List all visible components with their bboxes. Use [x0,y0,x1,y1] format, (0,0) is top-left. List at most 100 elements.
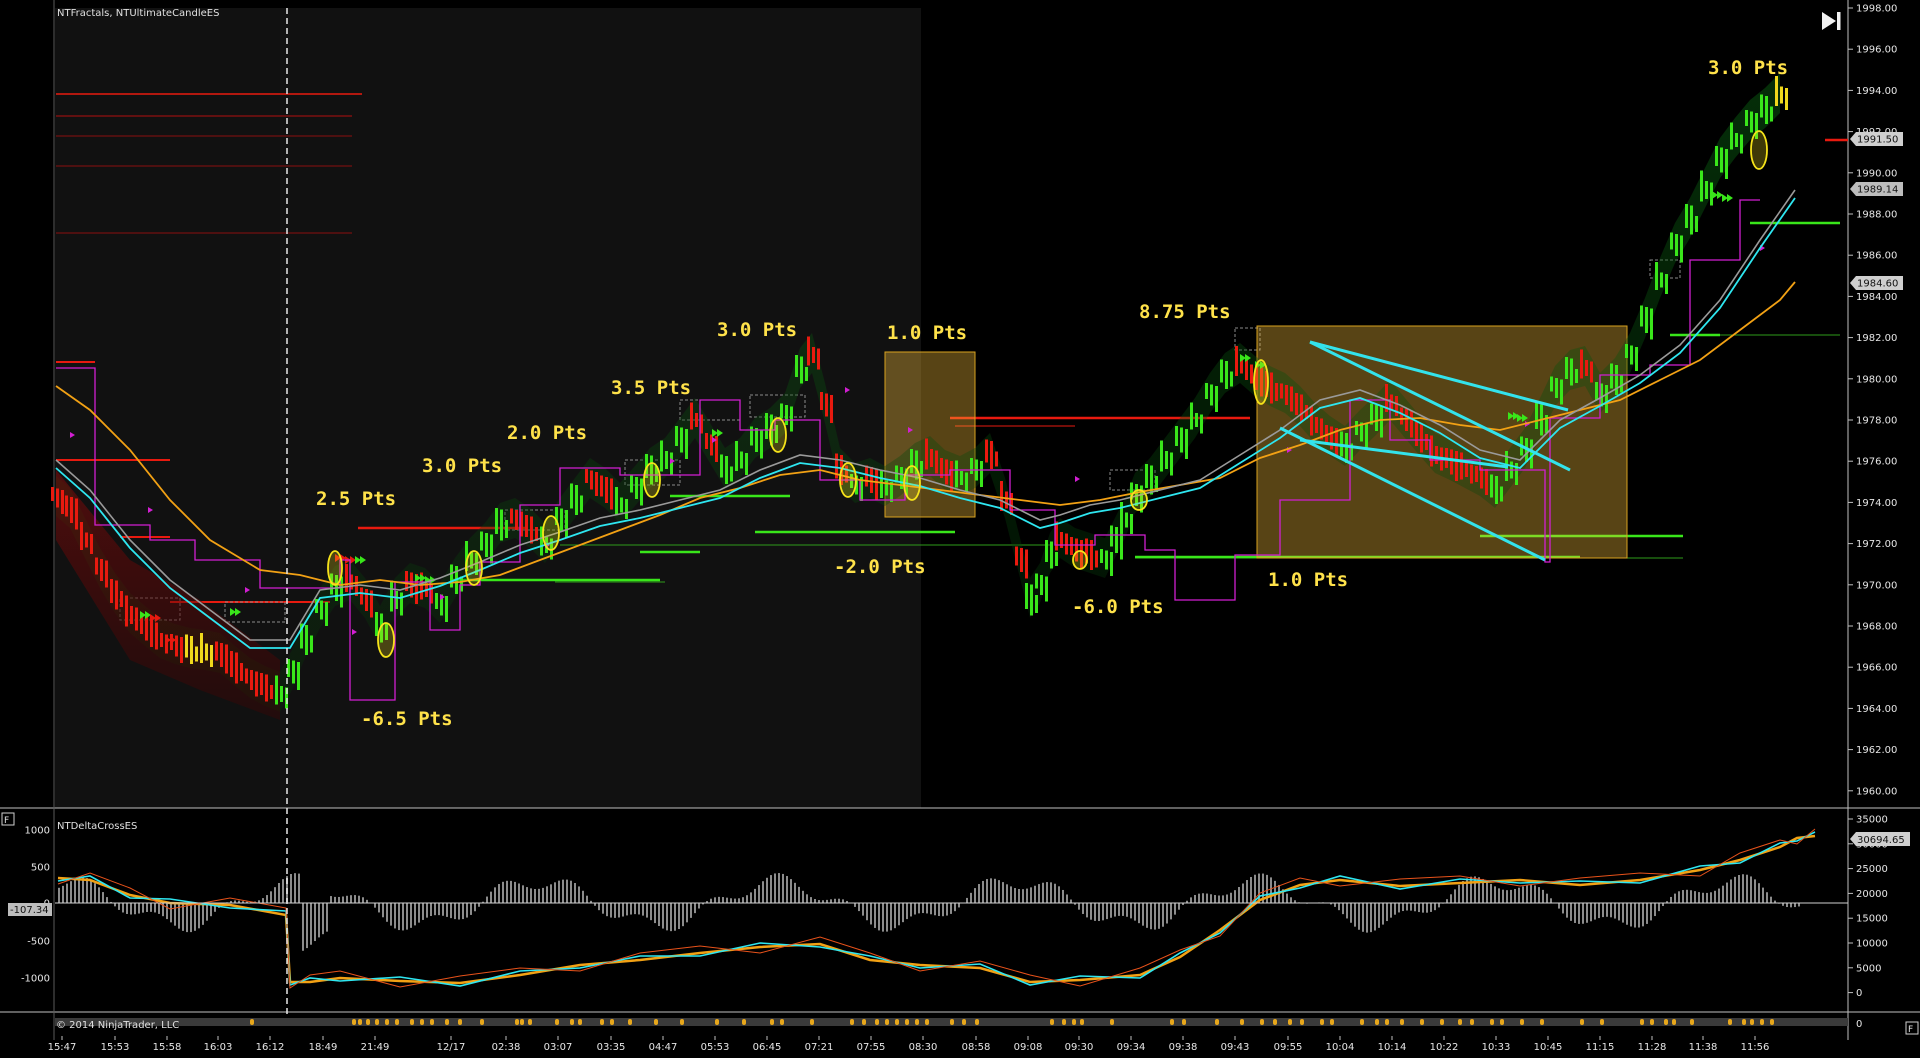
price-axis-label: 1976.00 [1856,457,1897,468]
event-dot [654,1019,658,1025]
trading-chart[interactable]: NTFractals, NTUltimateCandleES NTDeltaCr… [0,0,1920,1058]
candle [500,509,503,541]
histogram-bar [294,873,296,903]
histogram-bar [690,903,692,918]
event-dot [1072,1019,1076,1025]
histogram-bar [1034,885,1036,903]
histogram-bar [966,897,968,903]
candle [105,560,108,588]
event-dot [850,1019,854,1025]
event-dot [1080,1019,1084,1025]
candle [1205,383,1208,399]
event-dot [430,1019,434,1025]
candle [735,441,738,471]
event-dot [1500,1019,1504,1025]
delta-cyan-line [57,831,1816,987]
histogram-bar [638,903,640,915]
candle [1580,349,1583,379]
histogram-bar [938,903,940,917]
histogram-bar [1134,903,1136,921]
panel-toggle-button-top[interactable]: F [1,812,15,826]
candle [1700,170,1703,202]
histogram-bar [1550,898,1552,903]
histogram-bar [710,898,712,903]
histogram-bar [118,903,120,910]
event-dot [950,1019,954,1025]
signal-ellipse [1253,359,1269,405]
delta-left-axis-label: 1000 [25,826,50,837]
candle [805,367,808,381]
price-axis-label: 1978.00 [1856,416,1897,427]
histogram-bar [1150,903,1152,930]
price-axis-label: 1996.00 [1856,45,1897,56]
price-axis-label: 1984.00 [1856,292,1897,303]
candle [1655,262,1658,290]
histogram-bar [330,896,332,903]
histogram-bar [1594,903,1596,920]
histogram-bar [1558,903,1560,909]
candle [1500,486,1503,502]
panel-toggle-button-bottom[interactable]: F [1905,1021,1919,1035]
event-dot [1770,1019,1774,1025]
event-dot [1360,1019,1364,1025]
event-dot [1650,1019,1654,1025]
histogram-bar [66,883,68,903]
candle [1375,405,1378,431]
histogram-bar [1142,903,1144,926]
candle [1130,514,1133,534]
histogram-bar [1010,886,1012,903]
delta-right-axis-label: 25000 [1856,864,1888,875]
annotation-label: -6.5 Pts [361,708,453,730]
time-axis-label: 10:14 [1378,1042,1407,1053]
histogram-bar [1738,875,1740,903]
candle [297,662,300,690]
candle [1715,146,1718,166]
candle [1410,410,1413,438]
histogram-bar [1290,897,1292,903]
event-dot [742,1019,746,1025]
histogram-bar [1726,882,1728,903]
histogram-bar [570,880,572,903]
signal-ellipse [377,622,395,658]
time-axis[interactable]: 15:47 15:53 15:58 16:03 16:12 18:49 21:49 12/17… [48,1036,1770,1053]
candle [1070,537,1073,555]
histogram-bar [806,894,808,903]
candle [280,686,283,702]
histogram-bar [998,880,1000,903]
time-axis-label: 15:53 [101,1042,130,1053]
event-dot [358,1019,362,1025]
histogram-bar [278,882,280,903]
histogram-bar [1630,903,1632,927]
time-axis-label: 11:28 [1638,1042,1667,1053]
candle [1005,491,1008,509]
histogram-bar [694,903,696,914]
event-dot [1750,1019,1754,1025]
histogram-bar [478,903,480,907]
candle [1290,386,1293,412]
histogram-bar [1406,903,1408,911]
histogram-bar [538,888,540,903]
candle [1455,451,1458,481]
candle [1620,375,1623,393]
time-axis-label: 09:38 [1169,1042,1198,1053]
annotation-label: 1.0 Pts [887,322,967,344]
candle [980,461,983,487]
price-axis[interactable]: 1998.001996.001994.001992.001990.001988.… [1848,4,1897,798]
histogram-bar [1590,903,1592,922]
skip-to-end-icon[interactable] [1822,12,1841,30]
histogram-bar [1606,903,1608,917]
candle [1585,360,1588,376]
candle [1590,361,1593,383]
candle [375,612,378,636]
candle [560,508,563,532]
event-dot [528,1019,532,1025]
histogram-bar [342,896,344,903]
candle [292,660,295,684]
histogram-bar [1170,903,1172,920]
histogram-bar [722,897,724,903]
histogram-bar [1066,894,1068,903]
candle [175,635,178,657]
price-axis-label: 1962.00 [1856,745,1897,756]
candle [320,600,323,620]
histogram-bar [930,903,932,915]
